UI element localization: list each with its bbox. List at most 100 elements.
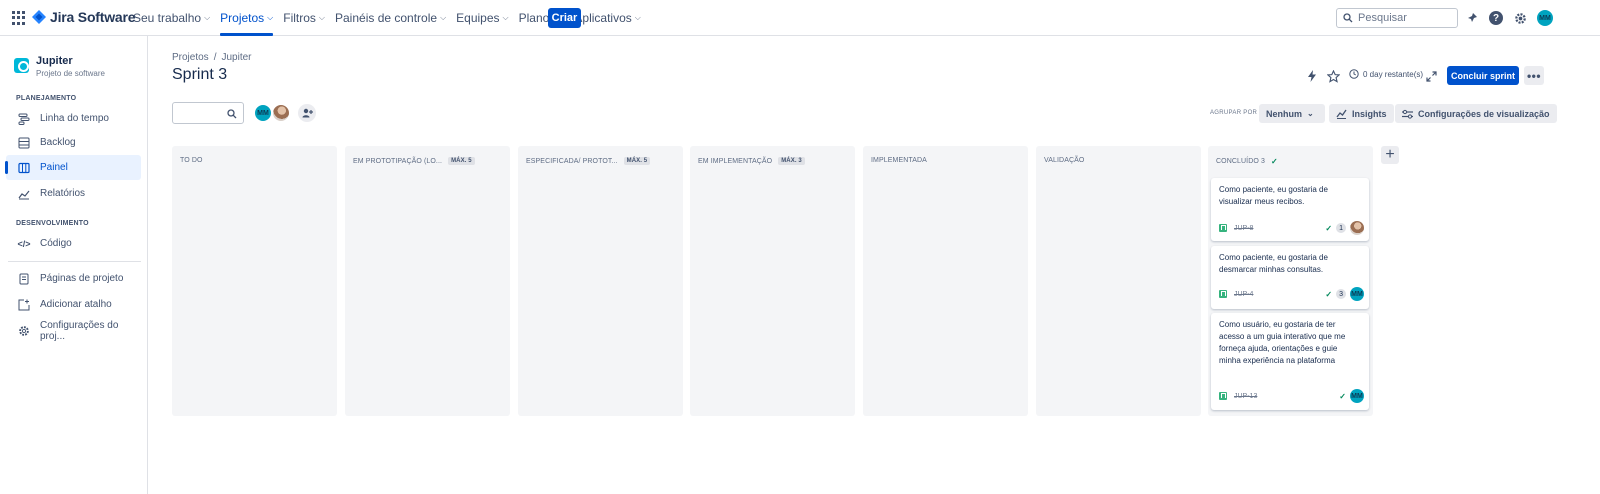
fullscreen-expand-icon[interactable] [1426,66,1437,86]
add-people-icon[interactable] [298,104,316,122]
settings-gear-icon[interactable] [1512,10,1528,26]
chevron-down-icon: ⌄ [1307,109,1314,118]
group-by-dropdown[interactable]: Nenhum ⌄ [1259,104,1325,123]
assignee-avatar[interactable]: MM [1350,389,1364,403]
nav-label: Equipes [456,11,500,25]
global-search[interactable] [1336,8,1458,28]
issue-card[interactable]: Como usuário, eu gostaria de ter acesso … [1211,313,1369,410]
assignee-filter-avatar[interactable]: MM [254,104,272,122]
nav-dashboards[interactable]: Painéis de controle ⌵ [330,0,451,36]
sliders-icon [1402,109,1413,119]
story-icon [1219,290,1227,298]
help-icon[interactable]: ? [1488,10,1504,26]
column-title: IMPLEMENTADA [871,157,927,164]
column-title: EM IMPLEMENTAÇÃO [698,157,773,165]
insights-label: Insights [1352,108,1387,119]
nav-teams[interactable]: Equipes ⌵ [451,0,513,36]
sidebar-item-reports[interactable]: Relatórios [6,181,141,206]
sidebar-item-timeline[interactable]: Linha do tempo [6,106,141,131]
star-icon[interactable] [1327,66,1340,86]
sidebar-item-label: Relatórios [40,188,86,199]
group-by-value: Nenhum [1266,108,1302,119]
issue-key[interactable]: JUP-4 [1234,291,1253,298]
issue-key[interactable]: JUP-8 [1234,225,1253,232]
app-switcher-icon[interactable] [12,11,26,25]
sidebar-item-project-settings[interactable]: Configurações do proj... [6,318,141,343]
done-check-icon: ✓ [1325,223,1333,233]
user-avatar[interactable]: MM [1537,10,1553,26]
planning-section-header: PLANEJAMENTO [16,95,77,102]
card-footer: JUP-4 ✓ 3 MM [1219,287,1364,301]
view-settings-label: Configurações de visualização [1418,108,1550,119]
nav-label: Aplicativos [574,11,632,25]
breadcrumb-projects-link[interactable]: Projetos [172,52,209,63]
more-actions-button[interactable]: ••• [1524,66,1544,85]
sidebar-item-label: Configurações do proj... [40,319,119,342]
sidebar-item-project-pages[interactable]: Páginas de projeto [6,266,141,291]
add-column-button[interactable]: + [1381,146,1399,164]
nav-projects[interactable]: Projetos ⌵ [215,0,278,36]
sidebar-item-backlog[interactable]: Backlog [6,130,141,155]
search-input[interactable] [1358,12,1448,24]
view-settings-button[interactable]: Configurações de visualização [1395,104,1557,123]
notifications-icon[interactable] [1464,10,1480,26]
sidebar-item-label: Adicionar atalho [40,299,112,310]
board-column-validation: VALIDAÇÃO [1036,146,1201,416]
board-column-implementing: EM IMPLEMENTAÇÃO MÁX. 3 [690,146,855,416]
column-title: ESPECIFICADA/ PROTOT... [526,157,618,165]
sidebar-item-label: Painel [40,162,68,173]
breadcrumb-project-link[interactable]: Jupiter [221,52,251,63]
card-summary: Como usuário, eu gostaria de ter acesso … [1219,320,1346,365]
create-button[interactable]: Criar [548,8,581,28]
sidebar-item-board[interactable]: Painel [5,155,141,180]
sidebar-item-add-shortcut[interactable]: Adicionar atalho [6,292,141,317]
breadcrumb-separator: / [213,52,217,63]
column-title: CONCLUÍDO 3 [1216,158,1265,165]
settings-gear-icon [18,325,30,337]
project-avatar-icon [14,58,29,73]
issue-card[interactable]: Como paciente, eu gostaria de desmarcar … [1211,246,1369,309]
sidebar-item-code[interactable]: </> Código [6,231,141,256]
board-search-input[interactable] [172,102,244,124]
group-by-label: AGRUPAR POR [1210,110,1258,116]
project-type: Projeto de software [36,69,105,78]
assignee-avatar[interactable]: MM [1350,287,1364,301]
jira-logo[interactable]: Jira Software [32,9,136,25]
done-check-icon: ✓ [1325,289,1333,299]
assignee-avatar[interactable] [1350,221,1364,235]
column-title: EM PROTOTIPAÇÃO (LO... [353,157,443,165]
done-check-icon: ✓ [1339,391,1346,401]
chevron-down-icon: ⌵ [502,13,509,22]
story-icon [1219,392,1227,400]
issue-card[interactable]: Como paciente, eu gostaria de visualizar… [1211,178,1369,241]
insights-button[interactable]: Insights [1329,104,1394,123]
complete-sprint-button[interactable]: Concluir sprint [1447,66,1519,85]
clock-icon [1349,69,1359,79]
automation-lightning-icon[interactable] [1307,66,1317,86]
project-sidebar: Jupiter Projeto de software PLANEJAMENTO… [0,36,148,494]
chevron-down-icon: ⌵ [204,13,211,22]
board-icon [18,162,30,174]
sidebar-item-label: Linha do tempo [40,113,109,124]
search-icon [227,109,237,119]
remaining-days: 0 day restante(s) [1363,69,1424,79]
code-icon: </> [17,238,31,249]
sidebar-item-label: Páginas de projeto [40,273,124,284]
jira-logo-icon [32,10,46,24]
column-limit-badge: MÁX. 5 [623,157,651,165]
project-header[interactable]: Jupiter Projeto de software [14,55,105,78]
add-shortcut-icon [18,299,30,311]
nav-your-work[interactable]: Seu trabalho ⌵ [128,0,215,36]
chevron-down-icon: ⌵ [440,13,447,22]
assignee-filter-avatar-photo[interactable] [272,104,290,122]
search-icon [1343,13,1353,23]
project-name: Jupiter [36,55,73,67]
timeline-icon [18,113,30,125]
card-summary: Como paciente, eu gostaria de visualizar… [1219,185,1328,206]
nav-label: Filtros [283,11,316,25]
card-summary: Como paciente, eu gostaria de desmarcar … [1219,253,1328,274]
nav-filters[interactable]: Filtros ⌵ [278,0,330,36]
breadcrumb: Projetos / Jupiter [172,52,251,63]
board-column-implemented: IMPLEMENTADA [863,146,1028,416]
issue-key[interactable]: JUP-13 [1234,393,1257,400]
